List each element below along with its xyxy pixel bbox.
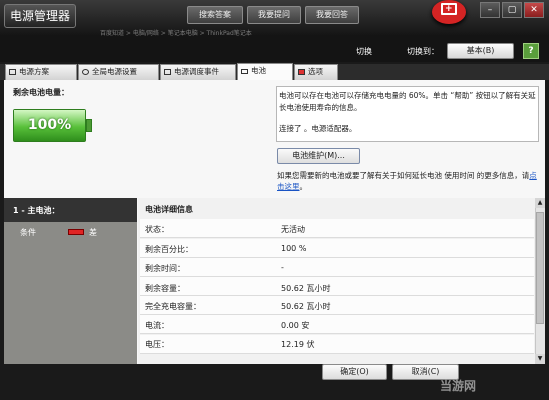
detail-row [140,219,534,238]
calendar-icon [164,69,171,75]
restore-button[interactable]: ▢ [502,2,522,18]
detail-value: 50.62 瓦小时 [281,284,331,293]
detail-label: 状态： [145,225,169,234]
close-button[interactable]: ✕ [524,2,544,18]
detail-label: 电流： [145,321,169,330]
tab-label: 电源方案 [19,67,49,76]
answer-button[interactable]: 我要回答 [305,6,359,24]
condition-value: 差 [89,228,97,237]
tab-options[interactable]: 选项 [294,64,338,80]
detail-label: 电压： [145,340,169,349]
scroll-thumb[interactable] [536,212,544,324]
battery-percent: 100% [27,117,72,133]
scroll-up-arrow-icon[interactable]: ▲ [535,198,545,208]
detail-label: 剩余时间： [145,264,185,273]
detail-value: 50.62 瓦小时 [281,302,331,311]
help-text-suffix: 。 [299,182,308,191]
ok-button[interactable]: 确定(O) [322,364,387,380]
battery-list-panel [4,198,137,364]
detail-row [140,239,534,258]
detail-row [140,277,534,296]
switch-label: 切换 [356,47,372,56]
battery-name: 1 - 主电池： [13,206,60,215]
power-plan-icon [9,69,16,75]
gear-icon [82,69,89,75]
tab-label: 电池 [251,66,266,75]
help-text-body: 如果您需要新的电池或要了解有关于如何延长电池 使用时间 的更多信息，请 [277,171,530,180]
condition-label: 条件 [20,228,36,237]
tab-global-settings[interactable]: 全局电源设置 [78,64,159,80]
minimize-button[interactable]: – [480,2,500,18]
remaining-charge-label: 剩余电池电量： [13,88,69,97]
detail-label: 完全充电容量： [145,302,201,311]
battery-maintenance-button[interactable]: 电池维护(M)... [277,148,360,164]
battery-icon [241,69,248,74]
condition-status-icon [68,229,84,235]
battery-info-text: 电池可以存在电池可以存储充电电量的 60%。单击 “帮助” 按钮以了解有关延长电… [279,91,536,112]
app-title: 电源管理器 [4,4,76,28]
ask-question-button[interactable]: 我要提问 [247,6,301,24]
battery-help-text: 如果您需要新的电池或要了解有关于如何延长电池 使用时间 的更多信息，请点击这里。 [277,170,539,192]
power-manager-logo-icon: + [432,0,466,24]
detail-row [140,315,534,334]
tab-battery[interactable]: 电池 [237,63,293,80]
tab-schedule-events[interactable]: 电源调度事件 [160,64,236,80]
details-title: 电池详细信息 [145,205,193,214]
detail-label: 剩余百分比： [145,245,193,254]
detail-value: 12.19 伏 [281,340,315,349]
help-icon[interactable]: ? [523,43,539,59]
tab-power-plans[interactable]: 电源方案 [5,64,77,80]
scroll-down-arrow-icon[interactable]: ▼ [535,354,545,364]
mode-select[interactable]: 基本(B) [447,43,514,59]
search-answer-button[interactable]: 搜索答案 [187,6,243,24]
detail-value: 100 % [281,244,307,253]
tab-label: 电源调度事件 [174,67,219,76]
detail-value: 0.00 安 [281,321,310,330]
detail-row [140,335,534,354]
switch-to-label: 切换到： [407,47,439,56]
tab-label: 选项 [308,67,323,76]
detail-value: 无活动 [281,225,305,234]
battery-terminal [86,119,92,132]
adapter-connected-text: 连接了 。电源适配器。 [279,124,357,133]
detail-row [140,258,534,277]
options-icon [298,69,305,75]
tab-label: 全局电源设置 [92,67,137,76]
detail-label: 剩余容量： [145,284,185,293]
watermark: 当游网 [440,379,477,393]
detail-value: - [281,263,284,272]
